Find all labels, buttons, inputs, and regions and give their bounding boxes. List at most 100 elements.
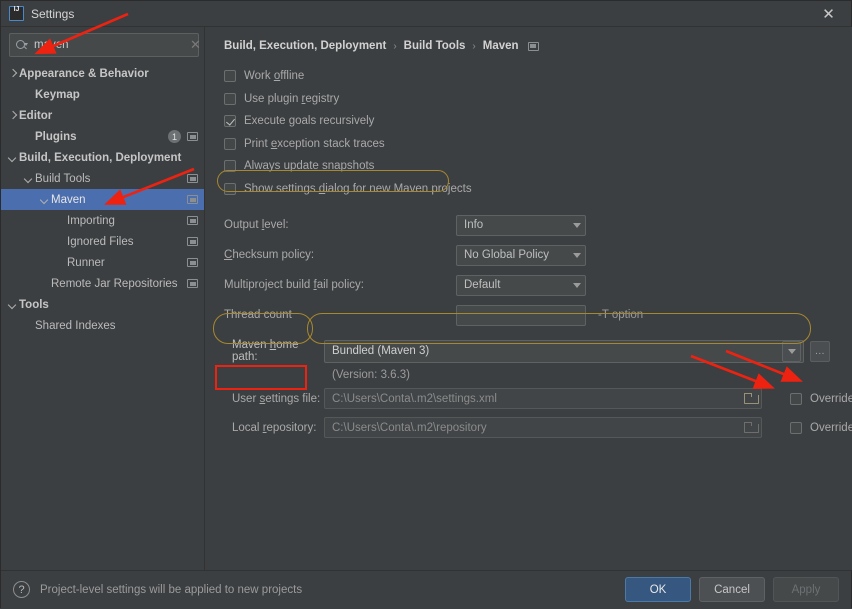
- checkbox-label: Work offline: [244, 70, 305, 83]
- project-level-settings-icon: [187, 216, 198, 225]
- local-repository-value: C:\Users\Conta\.m2\repository: [332, 421, 487, 434]
- maven-home-path-value: Bundled (Maven 3): [332, 345, 430, 357]
- checkbox-box: [224, 115, 236, 128]
- project-level-settings-icon[interactable]: [527, 41, 539, 51]
- chevron-down-icon[interactable]: [23, 173, 35, 185]
- user-settings-file-row: User settings file: C:\Users\Conta\.m2\s…: [224, 384, 852, 413]
- user-settings-file-input[interactable]: C:\Users\Conta\.m2\settings.xml: [324, 388, 762, 409]
- chevron-down-icon[interactable]: [7, 152, 19, 164]
- checkbox-show-settings-dialog-for-new-maven-projects[interactable]: Show settings dialog for new Maven proje…: [224, 178, 472, 201]
- close-icon[interactable]: ✕: [806, 1, 851, 27]
- chevron-right-icon[interactable]: [7, 110, 19, 122]
- title-bar: Settings ✕: [1, 1, 851, 27]
- sidebar-item-label: Editor: [19, 109, 53, 122]
- checkbox-label: Use plugin registry: [244, 92, 340, 105]
- multiproject-fail-policy-row: Multiproject build fail policy: Default: [224, 270, 852, 300]
- chevron-down-icon[interactable]: [782, 340, 801, 362]
- sidebar-item-label: Runner: [67, 256, 105, 269]
- sidebar-item-label: Tools: [19, 298, 49, 311]
- sidebar-item-label: Maven: [51, 193, 86, 206]
- sidebar-item-build-tools[interactable]: Build Tools: [1, 168, 204, 189]
- maven-home-path-dropdown[interactable]: Bundled (Maven 3): [324, 339, 804, 363]
- folder-icon[interactable]: [744, 422, 759, 433]
- checkbox-box: [224, 160, 236, 173]
- sidebar-item-tools[interactable]: Tools: [1, 294, 204, 315]
- checkbox-work-offline[interactable]: Work offline: [224, 65, 304, 88]
- sidebar-item-shared-indexes[interactable]: Shared Indexes: [1, 315, 204, 336]
- user-settings-file-value: C:\Users\Conta\.m2\settings.xml: [332, 392, 497, 405]
- sidebar-item-label: Plugins: [35, 130, 77, 143]
- output-level-row: Output level: Info: [224, 210, 852, 240]
- output-level-dropdown[interactable]: Info: [456, 214, 586, 236]
- maven-home-browse-button[interactable]: ...: [810, 340, 830, 362]
- sidebar-item-label: Build, Execution, Deployment: [19, 151, 182, 164]
- chevron-right-icon[interactable]: [7, 68, 19, 80]
- user-settings-override-checkbox[interactable]: Override: [790, 392, 852, 405]
- checkbox-box: [790, 421, 802, 434]
- maven-options-checkbox-list: Work offline Use plugin registry Execute g…: [224, 65, 852, 200]
- chevron-down-icon[interactable]: [39, 194, 51, 206]
- chevron-down-icon[interactable]: [7, 299, 19, 311]
- thread-count-input[interactable]: [456, 304, 586, 326]
- checkbox-execute-goals-recursively[interactable]: Execute goals recursively: [224, 110, 374, 133]
- checkbox-use-plugin-registry[interactable]: Use plugin registry: [224, 88, 339, 111]
- chevron-down-icon: [573, 252, 581, 258]
- thread-count-label: Thread count: [224, 309, 292, 321]
- checksum-policy-label: Checksum policy:: [224, 249, 315, 261]
- sidebar-item-keymap[interactable]: Keymap: [1, 84, 204, 105]
- checkbox-print-exception-stack-traces[interactable]: Print exception stack traces: [224, 133, 385, 156]
- thread-count-row: Thread count -T option: [224, 300, 852, 330]
- checksum-policy-row: Checksum policy: No Global Policy: [224, 240, 852, 270]
- settings-content: Build, Execution, Deployment › Build Too…: [205, 27, 852, 570]
- search-input[interactable]: [34, 39, 188, 51]
- sidebar-item-appearance-behavior[interactable]: Appearance & Behavior: [1, 63, 204, 84]
- help-icon[interactable]: ?: [13, 581, 30, 598]
- breadcrumb: Build, Execution, Deployment › Build Too…: [224, 35, 852, 57]
- breadcrumb-separator: ›: [472, 40, 476, 52]
- breadcrumb-item-2[interactable]: Maven: [483, 40, 519, 52]
- checkbox-always-update-snapshots[interactable]: Always update snapshots: [224, 155, 374, 178]
- clear-icon[interactable]: ✕: [188, 37, 203, 53]
- cancel-button[interactable]: Cancel: [699, 577, 765, 602]
- folder-icon[interactable]: [744, 393, 759, 404]
- dialog-footer: ? Project-level settings will be applied…: [1, 570, 851, 608]
- maven-form: Output level: Info Checksum policy: No G…: [224, 210, 852, 442]
- footer-status-text: Project-level settings will be applied t…: [40, 583, 303, 596]
- breadcrumb-item-1[interactable]: Build Tools: [404, 40, 466, 52]
- local-repository-override-checkbox[interactable]: Override: [790, 421, 852, 434]
- sidebar-item-build-execution-deployment[interactable]: Build, Execution, Deployment: [1, 147, 204, 168]
- chevron-down-icon: [573, 222, 581, 228]
- output-level-value: Info: [464, 219, 484, 231]
- breadcrumb-item-0[interactable]: Build, Execution, Deployment: [224, 40, 386, 52]
- sidebar-item-ignored-files[interactable]: Ignored Files: [1, 231, 204, 252]
- checkbox-label: Always update snapshots: [244, 160, 375, 173]
- local-repository-input[interactable]: C:\Users\Conta\.m2\repository: [324, 417, 762, 438]
- project-level-settings-icon: [187, 174, 198, 183]
- sidebar-item-runner[interactable]: Runner: [1, 252, 204, 273]
- multiproject-fail-policy-dropdown[interactable]: Default: [456, 274, 586, 296]
- local-repository-label: Local repository:: [232, 421, 317, 434]
- multiproject-fail-policy-value: Default: [464, 279, 501, 291]
- sidebar-item-editor[interactable]: Editor: [1, 105, 204, 126]
- ok-button[interactable]: OK: [625, 577, 691, 602]
- apply-button[interactable]: Apply: [773, 577, 839, 602]
- sidebar-item-remote-jar-repositories[interactable]: Remote Jar Repositories: [1, 273, 204, 294]
- plugin-update-badge: 1: [168, 130, 181, 143]
- sidebar-item-label: Build Tools: [35, 172, 91, 185]
- checksum-policy-dropdown[interactable]: No Global Policy: [456, 244, 586, 266]
- search-icon: [15, 38, 29, 52]
- chevron-down-icon: [573, 282, 581, 288]
- sidebar-item-label: Importing: [67, 214, 115, 227]
- sidebar-item-importing[interactable]: Importing: [1, 210, 204, 231]
- sidebar-item-maven[interactable]: Maven: [1, 189, 204, 210]
- sidebar-item-plugins[interactable]: Plugins 1: [1, 126, 204, 147]
- sidebar-item-label: Appearance & Behavior: [19, 67, 149, 80]
- dialog-body: ✕ Appearance & Behavior Keymap Editor Plugi…: [1, 27, 852, 570]
- search-field[interactable]: ✕: [9, 33, 201, 57]
- maven-version-note: (Version: 3.6.3): [332, 369, 410, 381]
